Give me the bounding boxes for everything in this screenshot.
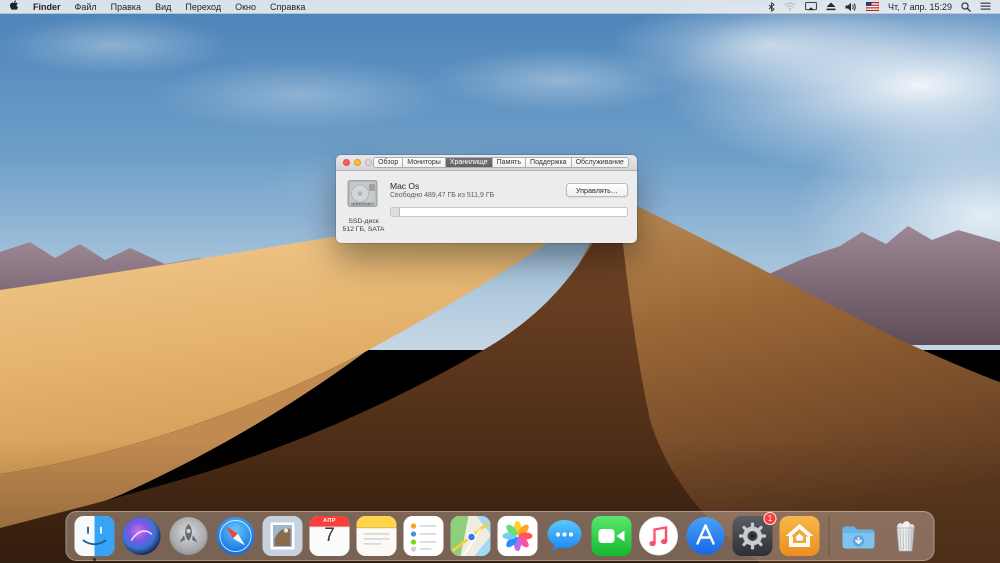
- eject-icon[interactable]: [826, 2, 836, 11]
- window-titlebar[interactable]: Обзор Мониторы Хранилище Память Поддержк…: [336, 155, 637, 171]
- dock-item-photos[interactable]: [497, 516, 538, 556]
- menu-file[interactable]: Файл: [75, 0, 97, 14]
- disk-name: Mac Os: [390, 181, 420, 191]
- menu-bar-left: Finder Файл Правка Вид Переход Окно Спра…: [9, 0, 305, 14]
- close-button[interactable]: [343, 159, 350, 166]
- disk-free-space-text: Свободно 489,47 ГБ из 511,9 ГБ: [390, 192, 495, 199]
- tab-storage[interactable]: Хранилище: [445, 158, 493, 167]
- storage-pane: SSD-диск 512 ГБ, SATA Mac Os Свободно 48…: [336, 171, 637, 242]
- calendar-day-label: 7: [324, 525, 335, 546]
- keyboard-flag-icon[interactable]: [865, 2, 879, 11]
- finder-running-indicator: [93, 558, 96, 561]
- storage-usage-bar: [390, 207, 628, 217]
- tab-support[interactable]: Поддержка: [526, 158, 572, 167]
- dock-item-trash[interactable]: [886, 516, 926, 556]
- dock-item-reminders[interactable]: [403, 516, 444, 556]
- tab-memory[interactable]: Память: [492, 158, 527, 167]
- dock-item-launchpad[interactable]: [169, 516, 209, 556]
- tab-displays[interactable]: Мониторы: [403, 158, 446, 167]
- desktop: Finder Файл Правка Вид Переход Окно Спра…: [0, 0, 1000, 563]
- dock-item-home[interactable]: [779, 516, 820, 556]
- dock-item-itunes[interactable]: [639, 516, 679, 556]
- wifi-icon[interactable]: [784, 2, 796, 11]
- calendar-month-label: АПР: [322, 517, 337, 524]
- bluetooth-icon[interactable]: [768, 1, 775, 12]
- menu-finder[interactable]: Finder: [33, 0, 61, 14]
- dock-item-finder[interactable]: [74, 516, 115, 561]
- spotlight-icon[interactable]: [961, 1, 971, 12]
- zoom-button-disabled: [365, 159, 372, 166]
- manage-button[interactable]: Управлять…: [565, 183, 628, 197]
- drive-caption: SSD-диск 512 ГБ, SATA: [336, 218, 391, 234]
- dock-separator: [828, 515, 830, 557]
- dock-item-notes[interactable]: [356, 516, 397, 556]
- hard-drive-icon: [347, 180, 378, 214]
- menu-edit[interactable]: Правка: [111, 0, 141, 14]
- dock-item-system-preferences[interactable]: 1: [732, 512, 777, 556]
- volume-icon[interactable]: [845, 2, 857, 12]
- menu-go[interactable]: Переход: [185, 0, 221, 14]
- dock-item-safari[interactable]: [216, 516, 256, 556]
- drive-type-label: SSD-диск: [348, 218, 379, 225]
- apple-menu-icon[interactable]: [9, 0, 19, 14]
- traffic-lights: [343, 159, 372, 166]
- dock-item-app-store[interactable]: [686, 516, 726, 556]
- dock-item-messages[interactable]: [545, 516, 585, 556]
- minimize-button[interactable]: [354, 159, 361, 166]
- menu-bar-clock[interactable]: Чт, 7 апр. 15:29: [888, 2, 952, 12]
- menu-help[interactable]: Справка: [270, 0, 305, 14]
- tab-service[interactable]: Обслуживание: [571, 158, 628, 167]
- dock-item-mail[interactable]: [262, 516, 303, 556]
- notification-center-icon[interactable]: [980, 2, 991, 11]
- dock-item-downloads-folder[interactable]: [839, 516, 879, 556]
- dock-item-maps[interactable]: [450, 516, 491, 556]
- about-this-mac-window: Обзор Мониторы Хранилище Память Поддержк…: [336, 155, 637, 243]
- menu-window[interactable]: Окно: [235, 0, 256, 14]
- dock-item-calendar[interactable]: АПР 7: [309, 516, 350, 556]
- tab-overview[interactable]: Обзор: [374, 158, 404, 167]
- notification-badge: 1: [763, 512, 777, 525]
- storage-used-segment: [391, 208, 400, 216]
- menu-bar: Finder Файл Правка Вид Переход Окно Спра…: [0, 0, 1000, 14]
- dock-item-facetime[interactable]: [591, 516, 632, 556]
- menu-view[interactable]: Вид: [155, 0, 171, 14]
- drive-spec-label: 512 ГБ, SATA: [342, 226, 385, 233]
- window-tab-bar: Обзор Мониторы Хранилище Память Поддержк…: [373, 157, 629, 168]
- dock: АПР 7 1: [65, 511, 935, 561]
- display-mirroring-icon[interactable]: [805, 2, 817, 11]
- menu-bar-status: Чт, 7 апр. 15:29: [768, 2, 991, 12]
- dock-item-siri[interactable]: [122, 516, 162, 556]
- mojave-wallpaper: [0, 0, 1000, 563]
